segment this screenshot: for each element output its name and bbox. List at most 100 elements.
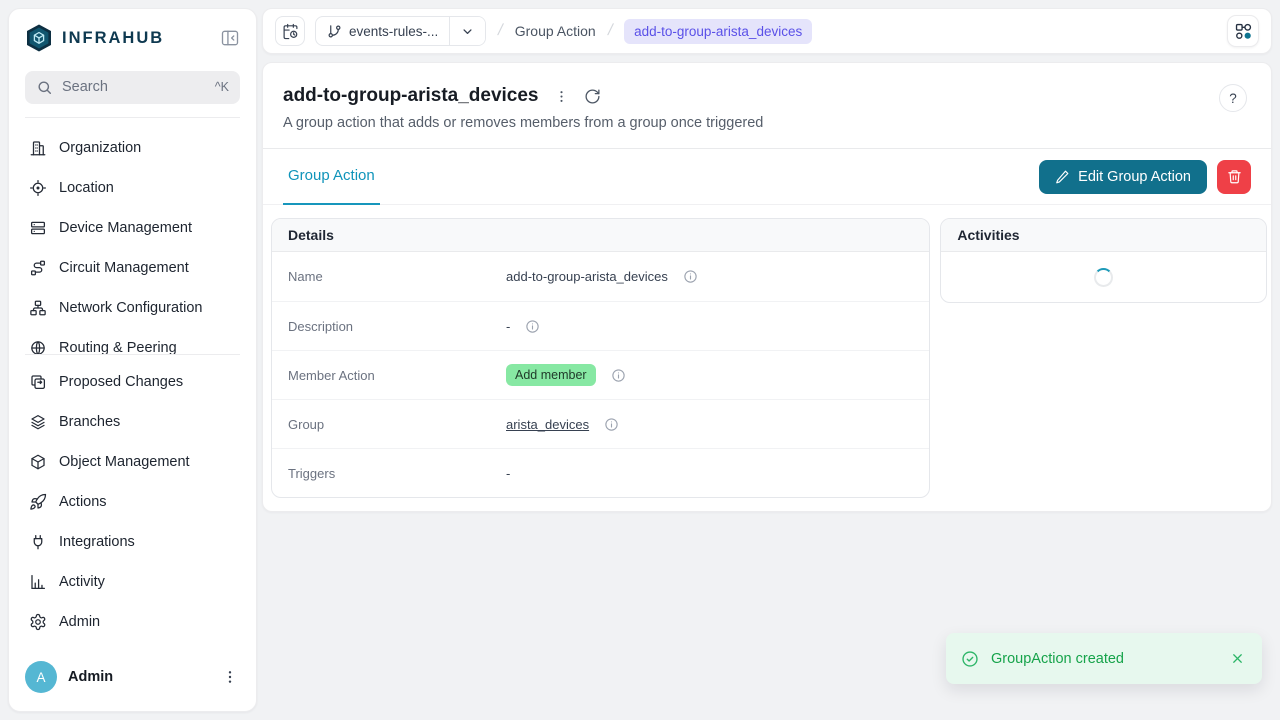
sidebar-nav-system: Proposed Changes Branches Object Managem… — [9, 355, 256, 649]
sidebar-item-routing-peering[interactable]: Routing & Peering — [17, 328, 248, 354]
topbar: events-rules-... / Group Action / add-to… — [262, 8, 1272, 54]
sidebar-collapse-button[interactable] — [220, 28, 240, 48]
cube-icon — [29, 453, 47, 471]
calendar-clock-icon — [282, 23, 299, 40]
schema-visualizer-button[interactable] — [1227, 15, 1259, 47]
breadcrumb-current-item[interactable]: add-to-group-arista_devices — [624, 19, 812, 44]
info-icon[interactable] — [604, 417, 619, 432]
detail-value: - — [506, 319, 510, 334]
toast-notification: GroupAction created — [946, 633, 1262, 684]
tab-bar: Group Action Edit Group Action — [263, 149, 1271, 205]
branch-selector: events-rules-... — [315, 16, 486, 46]
detail-value: add-to-group-arista_devices — [506, 269, 668, 284]
search-shortcut: ^K — [215, 80, 229, 94]
gear-icon — [29, 613, 47, 631]
sidebar-item-proposed-changes[interactable]: Proposed Changes — [17, 362, 248, 402]
sidebar: INFRAHUB Search ^K Orga — [8, 8, 257, 712]
content-area: Details Name add-to-group-arista_devices… — [263, 205, 1271, 498]
page-title: add-to-group-arista_devices — [283, 85, 539, 107]
sidebar-item-circuit-management[interactable]: Circuit Management — [17, 248, 248, 288]
delete-button[interactable] — [1217, 160, 1251, 194]
tab-group-action[interactable]: Group Action — [283, 149, 380, 205]
detail-row-member-action: Member Action Add member — [272, 350, 929, 399]
detail-label: Description — [288, 319, 506, 334]
pencil-icon — [1055, 170, 1069, 184]
sidebar-item-label: Integrations — [59, 534, 135, 550]
sidebar-item-organization[interactable]: Organization — [17, 128, 248, 168]
sidebar-item-label: Organization — [59, 140, 141, 156]
locate-icon — [29, 179, 47, 197]
detail-value: - — [506, 466, 510, 481]
sidebar-item-label: Branches — [59, 414, 120, 430]
branch-name: events-rules-... — [349, 24, 438, 39]
details-panel-title: Details — [272, 219, 929, 252]
diff-icon — [29, 373, 47, 391]
sidebar-item-label: Circuit Management — [59, 260, 189, 276]
bar-chart-icon — [29, 573, 47, 591]
infrahub-logo-icon — [25, 23, 53, 53]
kebab-icon — [222, 669, 238, 685]
sidebar-item-label: Object Management — [59, 454, 190, 470]
help-button[interactable]: ? — [1219, 84, 1247, 112]
user-name: Admin — [68, 669, 209, 685]
detail-label: Group — [288, 417, 506, 432]
branch-dropdown-button[interactable] — [449, 17, 485, 45]
user-menu-button[interactable] — [220, 667, 240, 687]
breadcrumb-section: Group Action — [515, 23, 596, 39]
refresh-button[interactable] — [584, 88, 601, 105]
detail-row-description: Description - — [272, 301, 929, 350]
panel-collapse-icon — [220, 28, 240, 48]
detail-row-name: Name add-to-group-arista_devices — [272, 252, 929, 301]
details-panel: Details Name add-to-group-arista_devices… — [271, 218, 930, 498]
sidebar-item-label: Routing & Peering — [59, 340, 177, 354]
edit-group-action-button[interactable]: Edit Group Action — [1039, 160, 1207, 194]
check-circle-icon — [961, 650, 979, 668]
title-section: add-to-group-arista_devices A group acti… — [263, 63, 1271, 149]
edit-button-label: Edit Group Action — [1078, 169, 1191, 185]
close-icon — [1230, 651, 1245, 666]
sidebar-item-label: Admin — [59, 614, 100, 630]
toast-message: GroupAction created — [991, 651, 1216, 667]
refresh-icon — [584, 88, 601, 105]
detail-row-triggers: Triggers - — [272, 448, 929, 497]
activities-panel-title: Activities — [941, 219, 1266, 252]
detail-row-group: Group arista_devices — [272, 399, 929, 448]
sidebar-item-device-management[interactable]: Device Management — [17, 208, 248, 248]
rocket-icon — [29, 493, 47, 511]
object-menu-button[interactable] — [554, 89, 569, 104]
search-icon — [36, 79, 53, 96]
sidebar-item-location[interactable]: Location — [17, 168, 248, 208]
sidebar-item-label: Proposed Changes — [59, 374, 183, 390]
breadcrumb-separator: / — [604, 22, 616, 40]
brand-name: INFRAHUB — [62, 29, 220, 48]
building-icon — [29, 139, 47, 157]
info-icon[interactable] — [525, 319, 540, 334]
logo-row: INFRAHUB — [9, 9, 256, 63]
sidebar-item-label: Actions — [59, 494, 107, 510]
group-link[interactable]: arista_devices — [506, 417, 589, 432]
globe-icon — [29, 339, 47, 354]
info-icon[interactable] — [611, 368, 626, 383]
trash-icon — [1227, 169, 1242, 184]
sidebar-item-label: Network Configuration — [59, 300, 202, 316]
detail-label: Triggers — [288, 466, 506, 481]
info-icon[interactable] — [683, 269, 698, 284]
sidebar-item-label: Device Management — [59, 220, 192, 236]
sidebar-item-actions[interactable]: Actions — [17, 482, 248, 522]
sidebar-item-branches[interactable]: Branches — [17, 402, 248, 442]
workflow-nodes-icon — [1234, 22, 1253, 41]
search-input[interactable]: Search ^K — [25, 71, 240, 104]
sidebar-item-integrations[interactable]: Integrations — [17, 522, 248, 562]
sidebar-item-network-configuration[interactable]: Network Configuration — [17, 288, 248, 328]
time-travel-button[interactable] — [275, 16, 305, 46]
sidebar-item-activity[interactable]: Activity — [17, 562, 248, 602]
network-icon — [29, 299, 47, 317]
sidebar-item-admin[interactable]: Admin — [17, 602, 248, 642]
toast-close-button[interactable] — [1228, 649, 1247, 668]
sidebar-item-object-management[interactable]: Object Management — [17, 442, 248, 482]
detail-label: Member Action — [288, 368, 506, 383]
loading-spinner — [1094, 268, 1113, 287]
chevron-down-icon — [460, 24, 475, 39]
server-icon — [29, 219, 47, 237]
branch-selector-value[interactable]: events-rules-... — [316, 17, 449, 45]
